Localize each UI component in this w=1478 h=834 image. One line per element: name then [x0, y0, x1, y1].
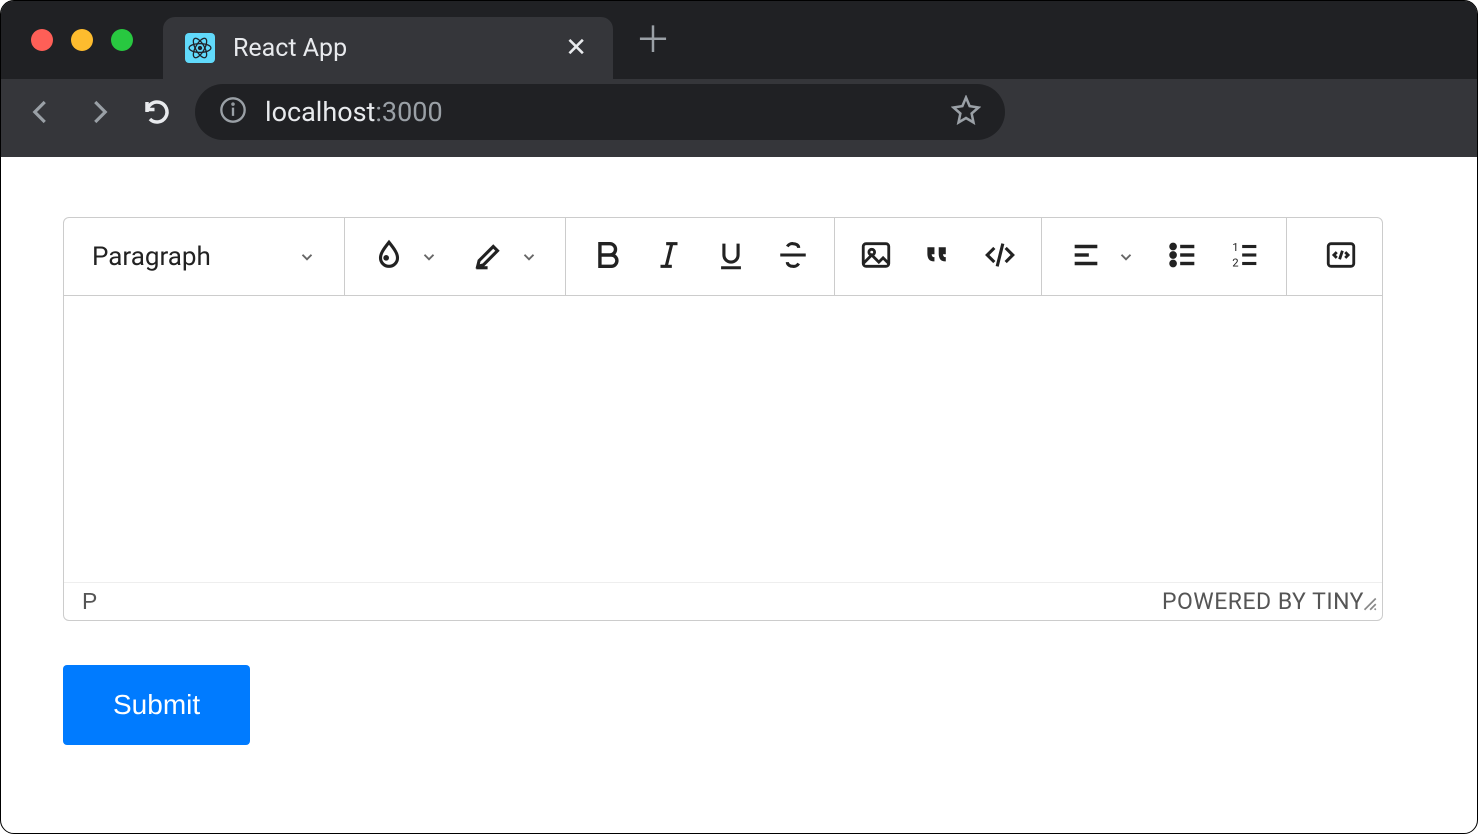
rich-text-editor: Paragraph	[63, 217, 1383, 621]
url-text: localhost:3000	[265, 96, 443, 128]
quote-icon	[921, 238, 955, 276]
site-info-icon[interactable]	[219, 96, 247, 128]
reload-button[interactable]	[137, 92, 177, 132]
align-button[interactable]	[1052, 229, 1152, 285]
editor-toolbar: Paragraph	[64, 218, 1382, 296]
resize-handle-icon[interactable]	[1360, 591, 1378, 618]
underline-button[interactable]	[700, 229, 762, 285]
chevron-down-icon	[298, 248, 316, 266]
back-button[interactable]	[21, 92, 61, 132]
window-controls	[1, 29, 163, 51]
toolbar-group-insert	[835, 218, 1042, 295]
bullet-list-icon	[1166, 238, 1200, 276]
page-content: Paragraph	[1, 157, 1477, 805]
blockquote-button[interactable]	[907, 229, 969, 285]
chevron-down-icon	[1117, 248, 1135, 266]
close-window-button[interactable]	[31, 29, 53, 51]
submit-button[interactable]: Submit	[63, 665, 250, 745]
react-favicon-icon	[185, 33, 215, 63]
underline-icon	[714, 238, 748, 276]
bold-button[interactable]	[576, 229, 638, 285]
editor-attribution[interactable]: POWERED BY TINY	[1162, 588, 1364, 615]
toolbar-group-source	[1300, 218, 1382, 295]
url-port: :3000	[375, 96, 442, 128]
toolbar-group-format: Paragraph	[64, 218, 345, 295]
italic-icon	[652, 238, 686, 276]
url-host: localhost	[265, 96, 375, 128]
browser-toolbar: localhost:3000	[1, 79, 1477, 157]
source-code-icon	[1324, 238, 1358, 276]
numbered-list-button[interactable]: 12	[1214, 229, 1276, 285]
text-color-button[interactable]	[355, 229, 455, 285]
toolbar-group-inline	[566, 218, 835, 295]
block-format-label: Paragraph	[92, 242, 211, 272]
svg-text:2: 2	[1232, 255, 1238, 269]
new-tab-button[interactable]: ＋	[613, 22, 693, 58]
close-tab-button[interactable]: ✕	[561, 29, 591, 67]
address-bar[interactable]: localhost:3000	[195, 84, 1005, 140]
code-sample-button[interactable]	[969, 229, 1031, 285]
drop-icon	[372, 238, 406, 276]
italic-button[interactable]	[638, 229, 700, 285]
source-code-button[interactable]	[1310, 229, 1372, 285]
bold-icon	[590, 238, 624, 276]
insert-image-button[interactable]	[845, 229, 907, 285]
align-left-icon	[1069, 238, 1103, 276]
tab-strip: React App ✕ ＋	[1, 1, 1477, 79]
editor-content-area[interactable]	[64, 296, 1382, 582]
image-icon	[859, 238, 893, 276]
strikethrough-icon	[776, 238, 810, 276]
minimize-window-button[interactable]	[71, 29, 93, 51]
chevron-down-icon	[420, 248, 438, 266]
editor-status-bar: P POWERED BY TINY	[64, 582, 1382, 620]
browser-window: React App ✕ ＋ localhost:3000	[0, 0, 1478, 834]
toolbar-group-color	[345, 218, 566, 295]
toolbar-group-lists: 12	[1042, 218, 1287, 295]
bullet-list-button[interactable]	[1152, 229, 1214, 285]
numbered-list-icon: 12	[1228, 238, 1262, 276]
forward-button[interactable]	[79, 92, 119, 132]
highlight-color-button[interactable]	[455, 229, 555, 285]
code-icon	[983, 238, 1017, 276]
svg-text:1: 1	[1232, 239, 1238, 253]
bookmark-button[interactable]	[951, 95, 981, 129]
browser-tab[interactable]: React App ✕	[163, 17, 613, 79]
highlighter-icon	[472, 238, 506, 276]
strikethrough-button[interactable]	[762, 229, 824, 285]
chevron-down-icon	[520, 248, 538, 266]
block-format-select[interactable]: Paragraph	[74, 218, 334, 295]
maximize-window-button[interactable]	[111, 29, 133, 51]
browser-chrome: React App ✕ ＋ localhost:3000	[1, 1, 1477, 157]
tab-title: React App	[233, 34, 543, 63]
element-path[interactable]: P	[82, 588, 97, 615]
